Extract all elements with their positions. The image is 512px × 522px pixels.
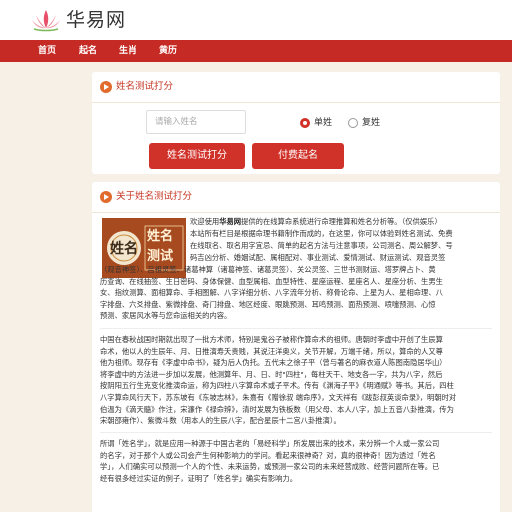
nav-item-naming[interactable]: 起名 <box>79 40 97 62</box>
section-header: 姓名测试打分 <box>92 72 500 103</box>
intro-line-4: 码吉凶分析、婚姻试配、属相配对、事业测试、爱情测试、财运测试、观音灵签 <box>190 253 446 262</box>
intro-full-line: （观音神签）、吕祖灵签、诸葛神算（诸葛神签、诸葛灵签）、关公灵签、三世书测财运、… <box>100 265 436 274</box>
section-header: 关于姓名测试打分 <box>92 182 500 213</box>
nav-item-home[interactable]: 首页 <box>38 40 56 62</box>
about-panel: 关于姓名测试打分 姓名 姓名 测试 欢迎使用华易网提供的在线算命系统进行命理推算… <box>92 182 500 522</box>
name-input[interactable]: 请输入姓名 <box>146 110 246 134</box>
meaning-line: 的名字，对于那个人或公司会产生何种影响力的学问。看起来很神奇？对，真的很神奇！因… <box>100 450 436 460</box>
lotus-logo-icon[interactable] <box>30 8 62 32</box>
compound-surname-label[interactable]: 复姓 <box>362 117 380 129</box>
history-line: 宋朝邵雍作）、紫微斗数（用本人的生辰八字，配合星辰十二宫八卦推演）。 <box>100 416 341 426</box>
history-line: 八字算命风行天下，苏东坡有《东坡志林》，朱熹有《赠徐叔 端命序》，文天祥有《跋彭… <box>100 392 457 402</box>
meaning-line: 经有很多经过实证的例子，证明了「姓名学」确实有影响力。 <box>100 473 298 483</box>
divider <box>100 432 492 433</box>
intro-full-line: 历查询、在线抽签、生日密码、身体保健、血型属相、血型特性、星座运程、星座名人、星… <box>100 276 443 286</box>
nav-item-zodiac[interactable]: 生肖 <box>119 40 137 62</box>
svg-text:姓名: 姓名 <box>110 240 138 257</box>
image-caption-line-1: 姓名 <box>147 229 174 244</box>
paid-naming-button[interactable]: 付费起名 <box>252 143 344 169</box>
site-name-bold[interactable]: 华易网 <box>219 217 241 226</box>
section-title: 关于姓名测试打分 <box>116 191 193 202</box>
play-circle-icon <box>100 81 112 93</box>
history-line: 他为祖师。现存有《李虚中命书》，疑为后人伪托。五代末之徐子平（曾与著名的麻衣道人… <box>100 358 447 368</box>
site-header: 华易网 <box>0 0 512 40</box>
intro-line-2: 本站所有栏目是根据命理书籍制作而成的，在这里，你可以体验到姓名测试、免费 <box>190 229 453 238</box>
history-line: 按阴阳五行生克变化推演命运，称为四柱八字算命术或子平术。传有《渊海子平》《明通赋… <box>100 381 454 391</box>
meaning-line: 学」，人们确实可以预测一个人的个性、未来运势，或预测一家公司的未来经营成败、经营… <box>100 462 440 472</box>
history-line: 命术，他以人的生辰年、月、日推演寿夭贵贱，其说汪洋奥义，关节开解，万端千绪，所以… <box>100 346 443 356</box>
history-line: 将李虚中的方法进一步加以发展，他测算年、月、日、时"四柱"，每柱天干、地支各一字… <box>100 369 443 379</box>
history-line: 中国在春秋战国时期就出现了一批方术师，特别是鬼谷子被称作算命术的祖师。唐朝时李虚… <box>100 335 443 344</box>
intro-full-line: 女、指纹测算、面相算命、手相图解、八字详细分析、八字流年分析、称骨论命、上星为人… <box>100 288 443 298</box>
name-test-button[interactable]: 姓名测试打分 <box>149 143 245 169</box>
intro-full-line: 预测、家居风水等与您命运相关的内容。 <box>100 311 232 321</box>
intro-line-3: 在线取名、取名用字宜忌、简单的起名方法与注意事项，公司测名、周公解梦、号 <box>190 241 453 250</box>
meaning-line: 所谓「姓名学」，就是应用一种源于中国古老的「易经科学」所发展出来的技术，来分辨一… <box>100 439 440 448</box>
main-nav: 首页 起名 生肖 黄历 <box>0 40 512 62</box>
history-line: 伯温为《滴天髓》作注，宋濂作《禄命辨》，清时发展为铁板数（用父母、本人八字，加上… <box>100 404 454 414</box>
section-title: 姓名测试打分 <box>116 81 174 92</box>
divider <box>100 328 492 329</box>
intro-text: 欢迎使用 <box>190 217 220 226</box>
nav-item-almanac[interactable]: 黄历 <box>159 40 177 62</box>
intro-line-1: 欢迎使用华易网提供的在线算命系统进行命理推算和姓名分析等。（仅供娱乐） <box>190 216 442 228</box>
intro-text: 提供的在线算命系统进行命理推算和姓名分析等。（仅供娱乐） <box>241 217 442 226</box>
single-surname-radio[interactable] <box>300 118 310 128</box>
history-paragraph: 中国在春秋战国时期就出现了一批方术师，特别是鬼谷子被称作算命术的祖师。唐朝时李虚… <box>100 334 456 427</box>
play-circle-icon <box>100 191 112 203</box>
site-name[interactable]: 华易网 <box>66 9 126 31</box>
intro-full-line: 字排盘、六爻排盘、紫微排盘、奇门排盘、地区经度、眼跳预测、耳鸣预测、面热预测、喷… <box>100 299 436 309</box>
name-test-panel: 姓名测试打分 请输入姓名 单姓 复姓 姓名测试打分 付费起名 <box>92 72 500 174</box>
meaning-paragraph: 所谓「姓名学」，就是应用一种源于中国古老的「易经科学」所发展出来的技术，来分辨一… <box>100 438 439 484</box>
intro-paragraph: （观音神签）、吕祖灵签、诸葛神算（诸葛神签、诸葛灵签）、关公灵签、三世书测财运、… <box>100 264 443 322</box>
compound-surname-radio[interactable] <box>348 118 358 128</box>
single-surname-label[interactable]: 单姓 <box>314 117 332 129</box>
